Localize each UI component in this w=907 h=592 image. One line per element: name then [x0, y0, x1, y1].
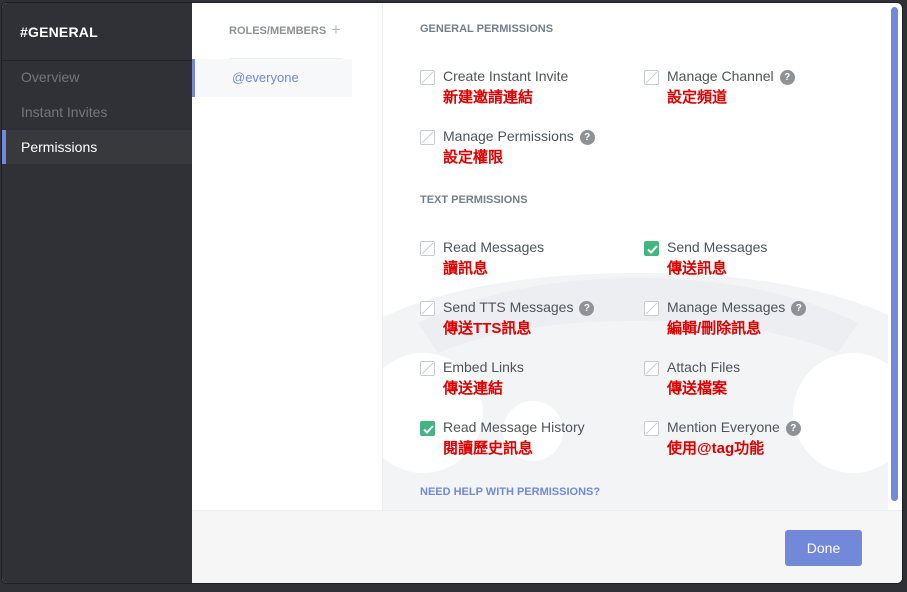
perm-read-messages[interactable]: Read Messages 讀訊息 [420, 239, 640, 283]
text-permissions-heading: TEXT PERMISSIONS [420, 194, 528, 206]
sidebar-item-overview[interactable]: Overview [2, 60, 192, 94]
perm-annotation: 讀訊息 [443, 260, 489, 277]
perm-mention-everyone[interactable]: Mention Everyone? 使用@tag功能 [644, 419, 864, 463]
perm-annotation: 傳送訊息 [667, 260, 728, 277]
channel-name: #GENERAL [20, 24, 98, 40]
perm-label: Create Instant Invite [443, 68, 569, 84]
perm-label: Read Messages [443, 239, 545, 255]
perm-annotation: 傳送連結 [443, 380, 504, 397]
perm-checkbox[interactable] [420, 130, 435, 145]
perm-checkbox[interactable] [644, 421, 659, 436]
help-icon[interactable]: ? [779, 70, 795, 85]
roles-members-heading: ROLES/MEMBERS [229, 25, 327, 37]
perm-checkbox[interactable] [420, 421, 435, 436]
perm-attach-files[interactable]: Attach Files 傳送檔案 [644, 359, 864, 403]
perm-read-message-history[interactable]: Read Message History 閱讀歷史訊息 [420, 419, 640, 463]
perm-embed-links[interactable]: Embed Links 傳送連結 [420, 359, 640, 403]
general-permissions-heading: GENERAL PERMISSIONS [420, 23, 554, 35]
perm-manage-permissions[interactable]: Manage Permissions? 設定權限 [420, 128, 640, 172]
perm-label: Mention Everyone [667, 419, 780, 435]
perm-manage-messages[interactable]: Manage Messages? 編輯/刪除訊息 [644, 299, 864, 343]
done-button[interactable]: Done [785, 530, 862, 566]
sidebar-item-instant-invites[interactable]: Instant Invites [2, 95, 192, 129]
perm-send-messages[interactable]: Send Messages 傳送訊息 [644, 239, 864, 283]
perm-checkbox[interactable] [420, 361, 435, 376]
perm-label: Manage Messages [667, 299, 786, 315]
scrollbar[interactable] [891, 7, 898, 501]
perm-annotation: 傳送TTS訊息 [443, 320, 532, 337]
perm-label: Read Message History [443, 419, 585, 435]
help-icon[interactable]: ? [785, 421, 801, 436]
perm-annotation: 新建邀請連結 [443, 89, 534, 106]
role-item-everyone[interactable]: @everyone [192, 59, 352, 97]
perm-label: Send TTS Messages [443, 299, 574, 315]
perm-annotation: 閱讀歷史訊息 [443, 440, 534, 457]
check-icon [647, 245, 658, 254]
perm-label: Attach Files [667, 359, 741, 375]
perm-checkbox[interactable] [420, 241, 435, 256]
perm-annotation: 編輯/刪除訊息 [667, 320, 762, 337]
help-icon[interactable]: ? [579, 130, 595, 145]
perm-checkbox[interactable] [420, 70, 435, 85]
perm-annotation: 設定權限 [443, 149, 504, 166]
perm-annotation: 設定頻道 [667, 89, 728, 106]
perm-label: Send Messages [667, 239, 768, 255]
roles-members-panel: ROLES/MEMBERS + @everyone [192, 3, 383, 510]
perm-annotation: 傳送檔案 [667, 380, 728, 397]
perm-label: Manage Channel [667, 68, 774, 84]
perm-label: Manage Permissions [443, 128, 574, 144]
perm-checkbox[interactable] [644, 301, 659, 316]
perm-checkbox[interactable] [644, 241, 659, 256]
help-icon[interactable]: ? [791, 301, 807, 316]
permissions-panel: GENERAL PERMISSIONS Create Instant Invit… [383, 3, 888, 510]
channel-settings-modal: #GENERAL Overview Instant Invites Permis… [2, 3, 902, 583]
scrollbar-thumb[interactable] [891, 7, 898, 501]
perm-checkbox[interactable] [644, 361, 659, 376]
perm-label: Embed Links [443, 359, 524, 375]
perm-checkbox[interactable] [644, 70, 659, 85]
plus-icon[interactable]: + [331, 21, 341, 38]
perm-send-tts-messages[interactable]: Send TTS Messages? 傳送TTS訊息 [420, 299, 640, 343]
perm-checkbox[interactable] [420, 301, 435, 316]
perm-annotation: 使用@tag功能 [667, 440, 765, 457]
permissions-help-link[interactable]: NEED HELP WITH PERMISSIONS? [420, 486, 600, 498]
help-icon[interactable]: ? [579, 301, 595, 316]
perm-manage-channel[interactable]: Manage Channel? 設定頻道 [644, 68, 864, 112]
perm-create-instant-invite[interactable]: Create Instant Invite 新建邀請連結 [420, 68, 640, 112]
check-icon [423, 425, 434, 434]
sidebar-item-permissions[interactable]: Permissions [2, 130, 192, 164]
modal-footer: Done [192, 510, 902, 583]
settings-sidebar: #GENERAL Overview Instant Invites Permis… [2, 3, 192, 583]
